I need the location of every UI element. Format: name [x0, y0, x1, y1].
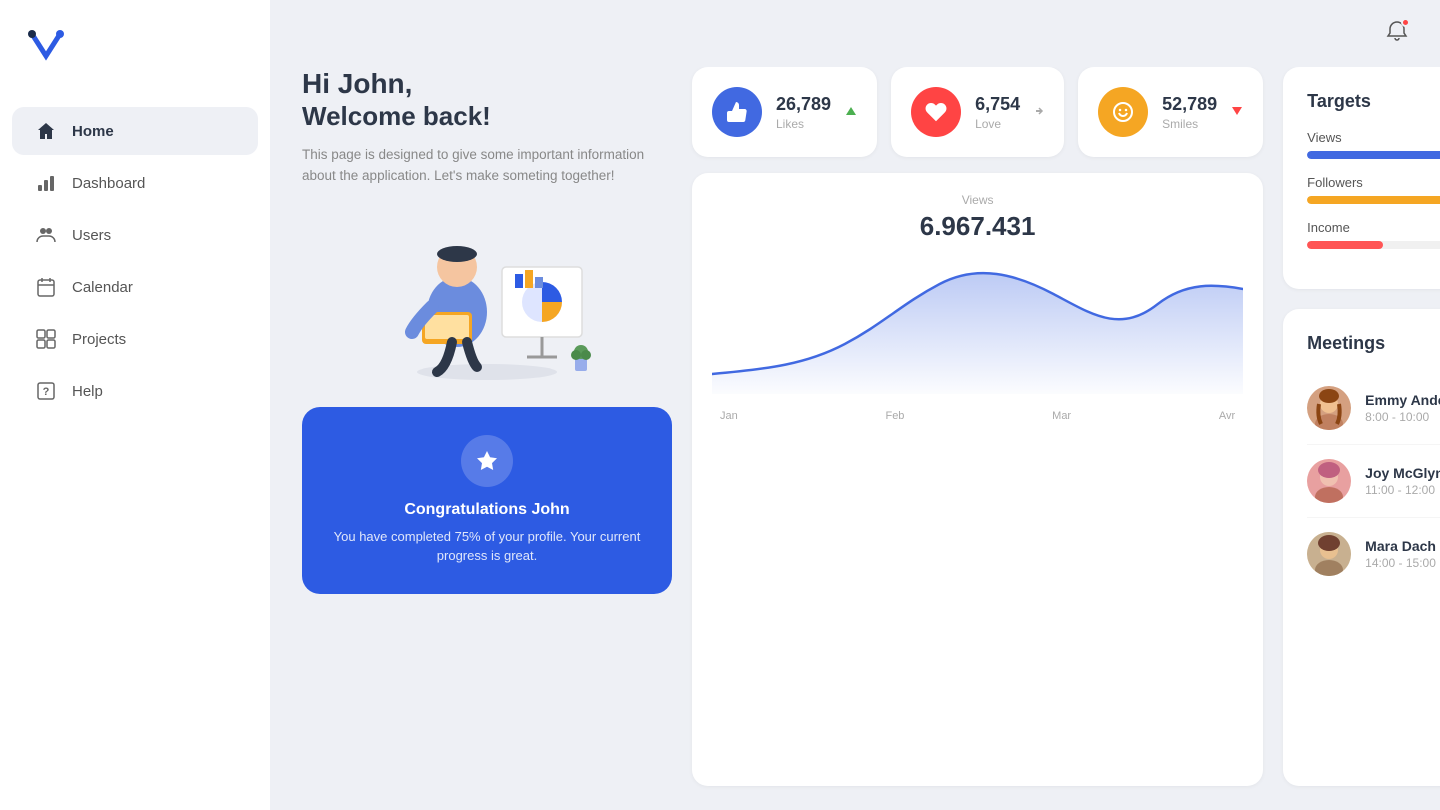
- target-income-header: Income 25%: [1307, 220, 1440, 235]
- svg-text:?: ?: [43, 386, 50, 398]
- avatar-mara: [1307, 532, 1351, 576]
- month-feb: Feb: [885, 410, 904, 422]
- notification-bell[interactable]: [1386, 20, 1408, 47]
- smiles-icon-circle: [1098, 87, 1148, 137]
- sidebar-label-dashboard: Dashboard: [72, 175, 145, 192]
- middle-column: 26,789 Likes 6,754: [692, 67, 1263, 786]
- sidebar-item-users[interactable]: Users: [12, 211, 258, 259]
- header: [270, 0, 1440, 67]
- target-income: Income 25%: [1307, 220, 1440, 249]
- love-icon-circle: [911, 87, 961, 137]
- chart-months: Jan Feb Mar Avr: [712, 404, 1243, 422]
- likes-icon-circle: [712, 87, 762, 137]
- target-views-fill: [1307, 151, 1440, 159]
- targets-title: Targets: [1307, 91, 1440, 112]
- smiles-label: Smiles: [1162, 117, 1217, 131]
- congrats-card: Congratulations John You have completed …: [302, 407, 672, 594]
- likes-label: Likes: [776, 117, 831, 131]
- main-content: Hi John, Welcome back! This page is desi…: [270, 0, 1440, 810]
- target-followers-label: Followers: [1307, 175, 1363, 190]
- greeting-section: Hi John, Welcome back! This page is desi…: [302, 67, 672, 187]
- target-income-fill: [1307, 241, 1383, 249]
- meeting-emmy-time: 8:00 - 10:00: [1365, 410, 1440, 424]
- month-jan: Jan: [720, 410, 738, 422]
- meeting-mara-name: Mara Dach: [1365, 538, 1440, 554]
- content-grid: Hi John, Welcome back! This page is desi…: [270, 67, 1440, 810]
- greeting-desc: This page is designed to give some impor…: [302, 144, 672, 187]
- sidebar-item-projects[interactable]: Projects: [12, 315, 258, 363]
- likes-info: 26,789 Likes: [776, 94, 831, 131]
- meeting-joy-time: 11:00 - 12:00: [1365, 483, 1440, 497]
- meeting-emmy[interactable]: Emmy Anderson 8:00 - 10:00 ›: [1307, 372, 1440, 445]
- meeting-emmy-name: Emmy Anderson: [1365, 392, 1440, 408]
- sidebar-label-users: Users: [72, 227, 111, 244]
- right-column: Targets Views 75% Followers 50%: [1283, 67, 1440, 786]
- target-income-bar: [1307, 241, 1440, 249]
- meeting-joy-info: Joy McGlynn 11:00 - 12:00: [1365, 465, 1440, 497]
- target-views-bar: [1307, 151, 1440, 159]
- meeting-joy-name: Joy McGlynn: [1365, 465, 1440, 481]
- stat-love: 6,754 Love: [891, 67, 1064, 157]
- target-followers-bar: [1307, 196, 1440, 204]
- sidebar-label-help: Help: [72, 383, 103, 400]
- sidebar-label-home: Home: [72, 123, 114, 140]
- congrats-icon: [461, 435, 513, 487]
- likes-arrow: [845, 105, 857, 120]
- sidebar-item-dashboard[interactable]: Dashboard: [12, 159, 258, 207]
- stat-smiles: 52,789 Smiles: [1078, 67, 1263, 157]
- sidebar-item-help[interactable]: ? Help: [12, 367, 258, 415]
- meeting-mara-info: Mara Dach 14:00 - 15:00: [1365, 538, 1440, 570]
- sidebar-item-calendar[interactable]: Calendar: [12, 263, 258, 311]
- chart-area: [712, 254, 1243, 404]
- illustration: [302, 207, 672, 387]
- meetings-card: Meetings: [1283, 309, 1440, 786]
- congrats-desc: You have completed 75% of your profile. …: [326, 527, 648, 566]
- target-views: Views 75%: [1307, 130, 1440, 159]
- left-column: Hi John, Welcome back! This page is desi…: [302, 67, 672, 786]
- love-info: 6,754 Love: [975, 94, 1020, 131]
- likes-value: 26,789: [776, 94, 831, 115]
- target-income-label: Income: [1307, 220, 1350, 235]
- meeting-emmy-info: Emmy Anderson 8:00 - 10:00: [1365, 392, 1440, 424]
- love-arrow: [1034, 105, 1044, 119]
- sidebar: Home Dashboard Users Calendar: [0, 0, 270, 810]
- avatar-joy: [1307, 459, 1351, 503]
- greeting-welcome: Welcome back!: [302, 101, 672, 132]
- month-avr: Avr: [1219, 410, 1235, 422]
- views-chart-card: Views 6.967.431: [692, 173, 1263, 786]
- greeting-hi: Hi John,: [302, 67, 672, 101]
- meeting-mara-time: 14:00 - 15:00: [1365, 556, 1440, 570]
- notification-dot: [1401, 18, 1410, 27]
- smiles-arrow: [1231, 105, 1243, 120]
- meeting-mara[interactable]: Mara Dach 14:00 - 15:00 ›: [1307, 518, 1440, 590]
- love-label: Love: [975, 117, 1020, 131]
- targets-card: Targets Views 75% Followers 50%: [1283, 67, 1440, 289]
- avatar-emmy: [1307, 386, 1351, 430]
- smiles-value: 52,789: [1162, 94, 1217, 115]
- sidebar-item-home[interactable]: Home: [12, 107, 258, 155]
- target-views-header: Views 75%: [1307, 130, 1440, 145]
- month-mar: Mar: [1052, 410, 1071, 422]
- congrats-title: Congratulations John: [326, 501, 648, 519]
- views-chart-value: 6.967.431: [712, 211, 1243, 242]
- sidebar-label-calendar: Calendar: [72, 279, 133, 296]
- logo: [0, 24, 270, 105]
- stats-grid: 26,789 Likes 6,754: [692, 67, 1263, 157]
- target-followers-header: Followers 50%: [1307, 175, 1440, 190]
- meeting-joy[interactable]: Joy McGlynn 11:00 - 12:00 ›: [1307, 445, 1440, 518]
- views-chart-label: Views: [712, 193, 1243, 207]
- target-followers: Followers 50%: [1307, 175, 1440, 204]
- sidebar-label-projects: Projects: [72, 331, 126, 348]
- target-followers-fill: [1307, 196, 1440, 204]
- meetings-title: Meetings: [1307, 333, 1440, 354]
- love-value: 6,754: [975, 94, 1020, 115]
- target-views-label: Views: [1307, 130, 1341, 145]
- smiles-info: 52,789 Smiles: [1162, 94, 1217, 131]
- stat-likes: 26,789 Likes: [692, 67, 877, 157]
